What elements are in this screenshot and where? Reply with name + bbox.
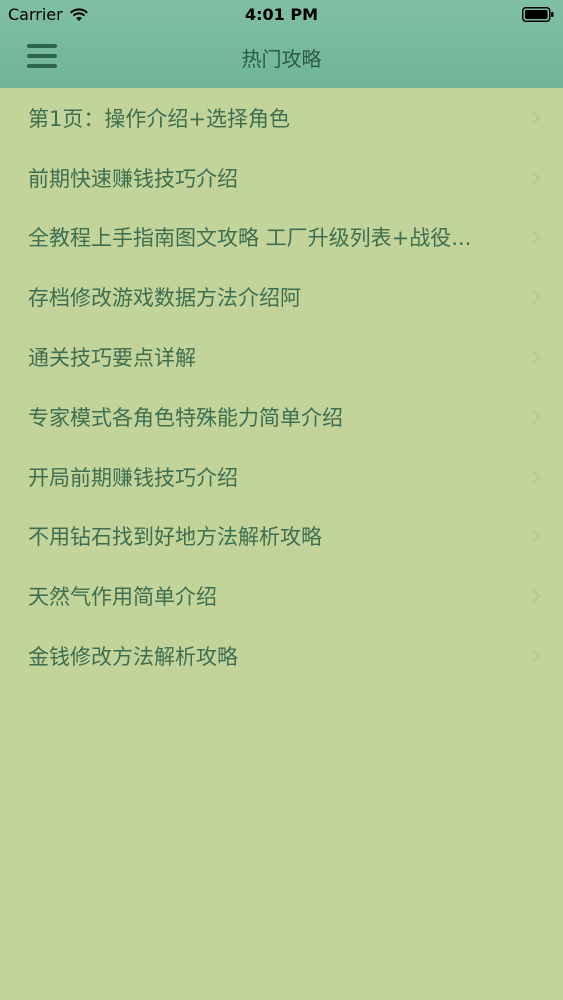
list-item-label: 天然气作用简单介绍 (28, 585, 217, 610)
list-item[interactable]: 金钱修改方法解析攻略 (0, 626, 563, 686)
list-item-label: 前期快速赚钱技巧介绍 (28, 166, 238, 191)
list-item[interactable]: 专家模式各角色特殊能力简单介绍 (0, 387, 563, 447)
chevron-right-icon (532, 469, 541, 484)
list-item-label: 不用钻石找到好地方法解析攻略 (28, 525, 322, 550)
chevron-right-icon (532, 589, 541, 604)
list-item-label: 全教程上手指南图文攻略 工厂升级列表+战役... (28, 226, 472, 251)
page-title: 热门攻略 (241, 47, 322, 71)
guide-list: 第1页：操作介绍+选择角色 前期快速赚钱技巧介绍 全教程上手指南图文攻略 工厂升… (0, 88, 563, 686)
list-item[interactable]: 开局前期赚钱技巧介绍 (0, 447, 563, 507)
list-item-label: 金钱修改方法解析攻略 (28, 645, 238, 670)
chevron-right-icon (532, 409, 541, 424)
list-item-label: 开局前期赚钱技巧介绍 (28, 465, 238, 490)
chevron-right-icon (532, 290, 541, 305)
chevron-right-icon (532, 529, 541, 544)
chevron-right-icon (532, 111, 541, 125)
list-item-label: 专家模式各角色特殊能力简单介绍 (28, 405, 343, 430)
status-time: 4:01 PM (244, 5, 318, 24)
status-bar: Carrier 4:01 PM (0, 0, 563, 30)
list-item[interactable]: 天然气作用简单介绍 (0, 566, 563, 626)
list-item-label: 存档修改游戏数据方法介绍阿 (28, 286, 301, 311)
chevron-right-icon (532, 230, 541, 245)
battery-icon (522, 7, 554, 22)
chevron-right-icon (532, 649, 541, 663)
list-item[interactable]: 不用钻石找到好地方法解析攻略 (0, 507, 563, 567)
chevron-right-icon (532, 350, 541, 364)
list-item-label: 第1页：操作介绍+选择角色 (28, 106, 290, 131)
list-item[interactable]: 通关技巧要点详解 (0, 327, 563, 387)
list-item[interactable]: 全教程上手指南图文攻略 工厂升级列表+战役... (0, 208, 563, 268)
list-item[interactable]: 第1页：操作介绍+选择角色 (0, 88, 563, 148)
list-item[interactable]: 存档修改游戏数据方法介绍阿 (0, 267, 563, 327)
list-item[interactable]: 前期快速赚钱技巧介绍 (0, 148, 563, 208)
list-item-label: 通关技巧要点详解 (28, 346, 196, 371)
chevron-right-icon (532, 170, 541, 185)
